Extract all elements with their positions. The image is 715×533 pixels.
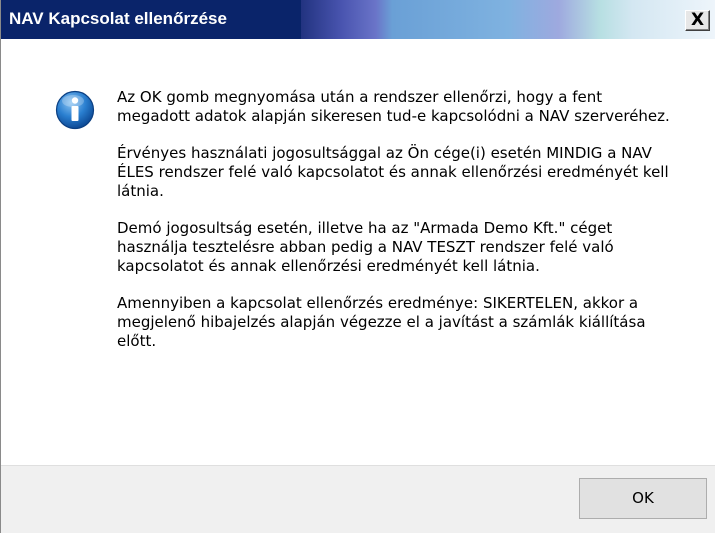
close-button[interactable]: X <box>685 10 710 31</box>
message-paragraph-4: Amennyiben a kapcsolat ellenőrzés eredmé… <box>117 294 646 350</box>
title-bar-gradient <box>301 0 715 39</box>
info-icon <box>55 90 95 130</box>
message-text: Az OK gomb megnyomása után a rendszer el… <box>117 88 677 369</box>
ok-button[interactable]: OK <box>579 478 707 519</box>
message-paragraph-3: Demó jogosultság esetén, illetve ha az "… <box>117 219 614 275</box>
close-icon: X <box>690 10 705 30</box>
message-paragraph-2: Érvényes használati jogosultsággal az Ön… <box>117 144 669 200</box>
window-title: NAV Kapcsolat ellenőrzése <box>9 9 227 28</box>
title-bar[interactable]: NAV Kapcsolat ellenőrzése X <box>1 0 715 39</box>
message-dialog: NAV Kapcsolat ellenőrzése X Az OK gomb m… <box>0 0 715 533</box>
message-paragraph-1: Az OK gomb megnyomása után a rendszer el… <box>117 88 670 125</box>
